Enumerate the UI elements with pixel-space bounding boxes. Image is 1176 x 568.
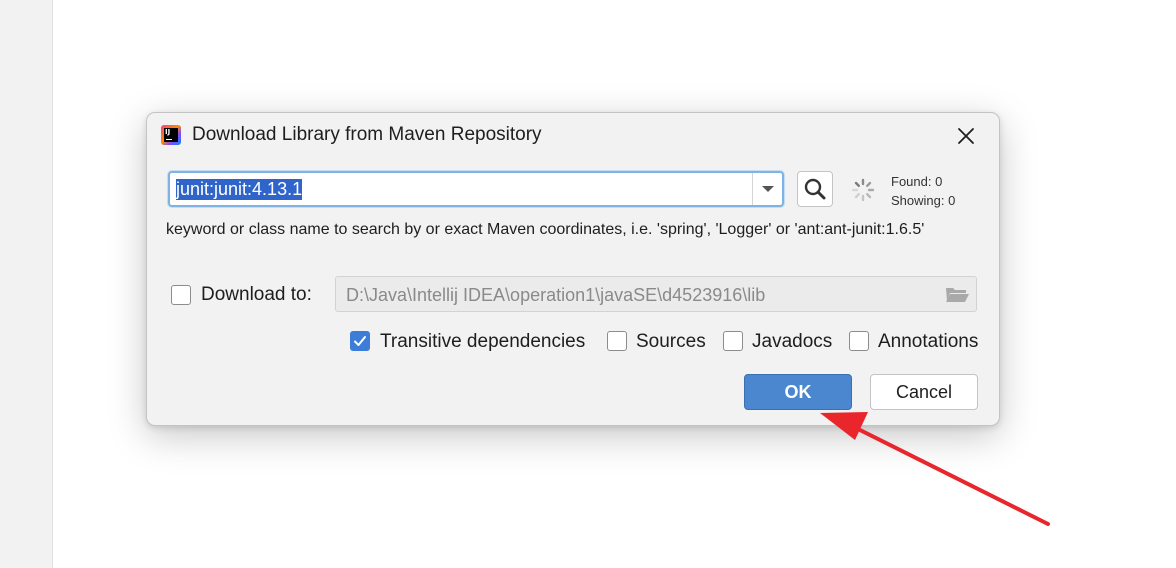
search-button[interactable] [797,171,833,207]
annotations-checkbox[interactable] [849,331,869,351]
ok-button[interactable]: OK [744,374,852,410]
checkmark-icon [354,336,366,346]
dialog-title-bar: IJ Download Library from Maven Repositor… [147,113,999,157]
transitive-dependencies-checkbox[interactable] [350,331,370,351]
close-icon [958,128,974,144]
sources-label[interactable]: Sources [636,331,706,353]
combo-separator [752,173,753,205]
search-result-counts: Found: 0 Showing: 0 [891,172,955,210]
chevron-down-icon [762,186,774,192]
dialog-title: Download Library from Maven Repository [192,124,542,145]
maven-download-dialog: IJ Download Library from Maven Repositor… [146,112,1000,426]
found-count: Found: 0 [891,174,943,189]
app-icon-text: IJ [164,128,178,142]
showing-count: Showing: 0 [891,193,956,208]
javadocs-checkbox[interactable] [723,331,743,351]
left-panel [0,0,53,568]
annotations-label[interactable]: Annotations [878,331,978,353]
cancel-button[interactable]: Cancel [870,374,978,410]
download-to-label[interactable]: Download to: [201,284,312,306]
search-icon [804,178,826,200]
search-input[interactable] [174,176,754,202]
transitive-dependencies-label[interactable]: Transitive dependencies [380,331,585,353]
app-icon: IJ [161,125,181,145]
combo-dropdown-button[interactable] [754,173,782,205]
search-combobox[interactable] [168,171,784,207]
browse-folder-button[interactable] [944,284,970,304]
search-hint: keyword or class name to search by or ex… [166,221,925,238]
sources-checkbox[interactable] [607,331,627,351]
close-button[interactable] [953,123,979,149]
folder-icon [946,288,969,302]
javadocs-label[interactable]: Javadocs [752,331,832,353]
download-path-input [344,281,938,309]
download-path-field [335,276,977,312]
loading-spinner-icon [851,178,875,202]
download-to-checkbox[interactable] [171,285,191,305]
